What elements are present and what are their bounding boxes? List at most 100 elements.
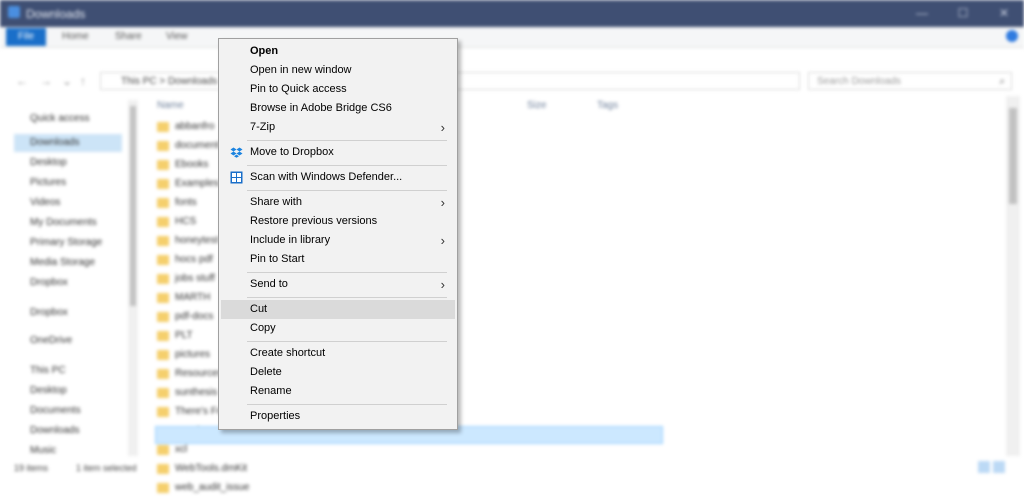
menu-label: Browse in Adobe Bridge CS6	[250, 102, 392, 114]
menu-item-delete[interactable]: Delete	[221, 363, 455, 382]
nav-item[interactable]: Pictures	[30, 174, 120, 192]
folder-icon	[157, 483, 169, 493]
nav-item[interactable]: Dropbox	[30, 304, 120, 322]
menu-label: Restore previous versions	[250, 215, 378, 227]
menu-label: Include in library	[250, 234, 331, 246]
file-name: web_audit_issue	[175, 482, 250, 493]
nav-item[interactable]: Primary Storage	[30, 234, 120, 252]
menu-item-properties[interactable]: Properties	[221, 407, 455, 426]
chevron-down-icon[interactable]: ⌄	[62, 74, 72, 88]
file-name: honeytest	[175, 235, 219, 246]
menu-item-open-new-window[interactable]: Open in new window	[221, 61, 455, 80]
menu-item-create-shortcut[interactable]: Create shortcut	[221, 344, 455, 363]
folder-icon	[157, 331, 169, 341]
menu-separator	[247, 165, 447, 166]
folder-icon	[157, 445, 169, 455]
search-placeholder: Search Downloads	[817, 76, 901, 87]
menu-label: 7-Zip	[250, 121, 276, 133]
menu-item-7zip[interactable]: 7-Zip ›	[221, 118, 455, 137]
column-header-size[interactable]: Size	[527, 100, 546, 111]
nav-item[interactable]: This PC	[30, 362, 120, 380]
menu-label: Share with	[250, 196, 302, 208]
back-arrow-icon[interactable]: ←	[16, 74, 28, 88]
column-header-name[interactable]: Name	[157, 100, 184, 111]
menu-separator	[247, 297, 447, 298]
menu-item-include-library[interactable]: Include in library ›	[221, 231, 455, 250]
item-count: 19 items	[14, 463, 49, 473]
minimize-button[interactable]: —	[912, 4, 932, 22]
vertical-scrollbar[interactable]	[1006, 96, 1020, 456]
menu-item-cut[interactable]: Cut	[221, 300, 455, 319]
search-icon: ⌕	[999, 76, 1005, 87]
menu-item-open[interactable]: Open	[221, 42, 455, 61]
menu-item-browse-bridge[interactable]: Browse in Adobe Bridge CS6	[221, 99, 455, 118]
nav-item-label: OneDrive	[30, 335, 73, 346]
nav-scrollbar[interactable]	[128, 100, 138, 456]
menu-item-share-with[interactable]: Share with ›	[221, 193, 455, 212]
file-name: Examples	[175, 178, 219, 189]
nav-item-label: Desktop	[30, 385, 67, 396]
file-name: hocs pdf	[175, 254, 213, 265]
nav-item[interactable]: Downloads	[30, 422, 120, 440]
search-input[interactable]: Search Downloads ⌕	[808, 72, 1012, 90]
folder-icon	[157, 312, 169, 322]
menu-separator	[247, 404, 447, 405]
menu-item-pin-quick-access[interactable]: Pin to Quick access	[221, 80, 455, 99]
chevron-right-icon: ›	[440, 195, 445, 210]
nav-item[interactable]: Downloads	[30, 134, 120, 152]
view-toggle[interactable]	[978, 461, 1010, 475]
folder-icon	[157, 198, 169, 208]
nav-item-label: Dropbox	[30, 277, 68, 288]
file-name: sunthesis	[175, 387, 218, 398]
folder-icon	[157, 388, 169, 398]
menu-label: Send to	[250, 278, 288, 290]
nav-item[interactable]: My Documents	[30, 214, 120, 232]
menu-item-move-to-dropbox[interactable]: Move to Dropbox	[221, 143, 455, 162]
tab-share[interactable]: Share	[115, 31, 142, 42]
tab-file[interactable]: File	[6, 28, 46, 46]
file-name: fonts	[175, 197, 197, 208]
nav-item-label: Primary Storage	[30, 237, 103, 248]
menu-item-restore-versions[interactable]: Restore previous versions	[221, 212, 455, 231]
nav-item[interactable]: Videos	[30, 194, 120, 212]
folder-icon	[157, 141, 169, 151]
help-icon[interactable]	[1006, 30, 1018, 42]
nav-item[interactable]: Desktop	[30, 154, 120, 172]
nav-scroll-thumb[interactable]	[130, 106, 136, 306]
nav-item[interactable]: Dropbox	[30, 274, 120, 292]
tiles-view-icon[interactable]	[993, 461, 1005, 473]
menu-item-rename[interactable]: Rename	[221, 382, 455, 401]
file-name: PLT	[175, 330, 193, 341]
file-name: pictures	[175, 349, 211, 360]
maximize-button[interactable]: ☐	[953, 4, 973, 22]
tab-view[interactable]: View	[166, 31, 188, 42]
file-name: abbanfro	[175, 121, 215, 132]
chevron-right-icon: ›	[440, 233, 445, 248]
menu-separator	[247, 190, 447, 191]
menu-separator	[247, 140, 447, 141]
navigation-pane: Quick access Downloads Desktop Pictures Vide…	[0, 100, 138, 456]
up-arrow-icon[interactable]: ↑	[80, 74, 86, 88]
menu-label: Scan with Windows Defender...	[250, 171, 403, 183]
close-button[interactable]: ✕	[994, 4, 1014, 22]
nav-item[interactable]: Media Storage	[30, 254, 120, 272]
nav-item-label: My Documents	[30, 217, 97, 228]
menu-label: Pin to Quick access	[250, 83, 347, 95]
menu-item-copy[interactable]: Copy	[221, 319, 455, 338]
nav-item[interactable]: Quick access	[30, 110, 120, 128]
scroll-thumb[interactable]	[1009, 108, 1017, 204]
folder-icon	[157, 122, 169, 132]
nav-item-label: Dropbox	[30, 307, 68, 318]
column-header-tags[interactable]: Tags	[597, 100, 618, 111]
menu-item-send-to[interactable]: Send to ›	[221, 275, 455, 294]
menu-item-scan-defender[interactable]: Scan with Windows Defender...	[221, 168, 455, 187]
file-row[interactable]: web_audit_issue	[157, 479, 657, 497]
details-view-icon[interactable]	[978, 461, 990, 473]
nav-item-label: This PC	[30, 365, 66, 376]
menu-item-pin-start[interactable]: Pin to Start	[221, 250, 455, 269]
nav-item[interactable]: Documents	[30, 402, 120, 420]
tab-home[interactable]: Home	[62, 31, 89, 42]
nav-item[interactable]: OneDrive	[30, 332, 120, 350]
nav-item[interactable]: Desktop	[30, 382, 120, 400]
forward-arrow-icon[interactable]: →	[40, 74, 52, 88]
